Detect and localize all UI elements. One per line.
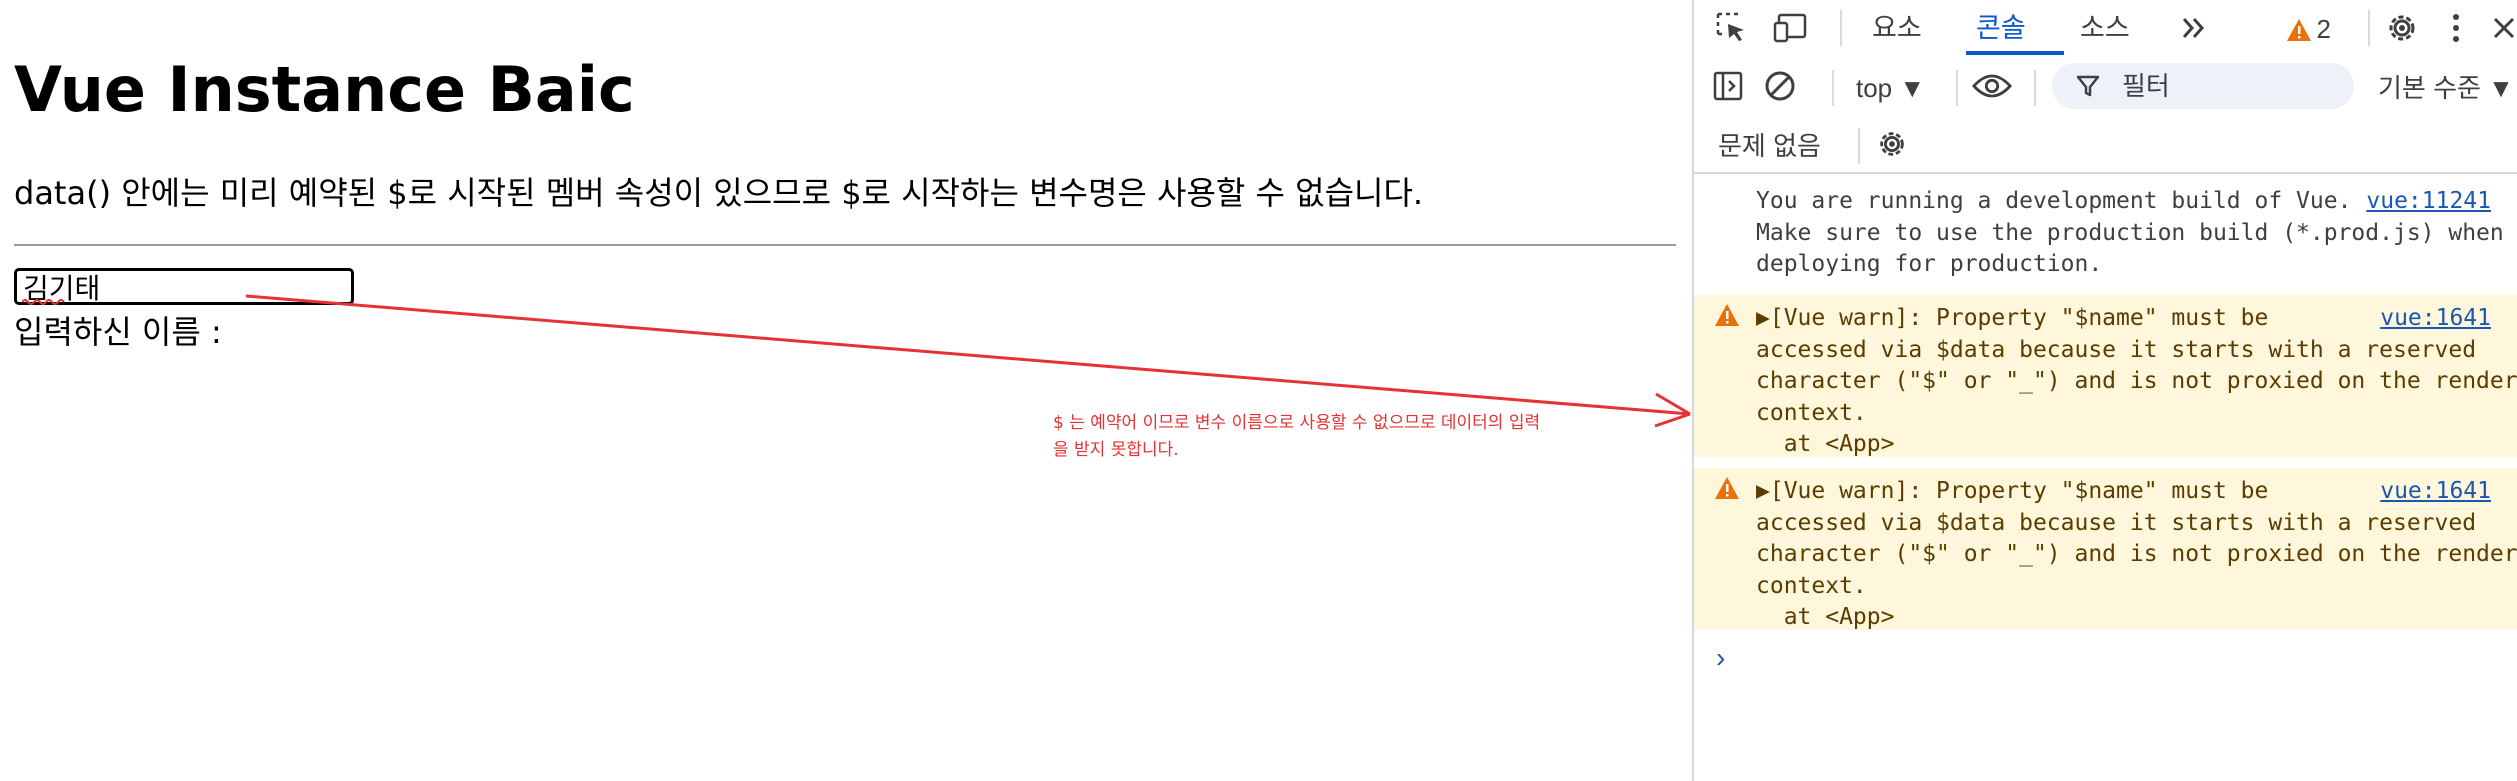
tab-sources[interactable]: 소스: [2080, 0, 2130, 56]
message-text: ▶[Vue warn]: Property "$name" must be ac…: [1756, 305, 2517, 457]
warning-triangle-icon: [1715, 477, 1739, 499]
issues-label[interactable]: 문제 없음: [1718, 124, 1821, 168]
separator: [2368, 10, 2370, 46]
double-chevron-right-icon[interactable]: [2174, 8, 2214, 48]
warning-counter[interactable]: 2: [2286, 14, 2331, 44]
live-expression-eye-icon[interactable]: [1972, 66, 2012, 106]
separator: [1956, 70, 1958, 106]
devtools-panel: 요소 콘솔 소스 2 top ▼ 필터 기본 수준 ▼ 문제 없음 You ar…: [1692, 0, 2517, 781]
close-icon[interactable]: [2484, 8, 2517, 48]
devtools-tabbar: 요소 콘솔 소스 2: [1694, 0, 2517, 56]
device-toolbar-icon[interactable]: [1772, 8, 1812, 48]
issues-bar: 문제 없음: [1694, 120, 2517, 174]
annotation-note: $ 는 예약어 이므로 변수 이름으로 사용할 수 없으므로 데이터의 입력을 …: [1053, 413, 1541, 460]
input-display-label: 입력하신 이름 :: [14, 313, 222, 351]
tab-elements[interactable]: 요소: [1872, 0, 1922, 56]
page-title: Vue Instance Baic: [14, 53, 635, 126]
inspect-element-icon[interactable]: [1712, 8, 1752, 48]
filter-placeholder: 필터: [2122, 71, 2170, 101]
message-text: ▶[Vue warn]: Property "$name" must be ac…: [1756, 478, 2517, 630]
context-select[interactable]: top ▼: [1856, 68, 1925, 108]
separator: [1840, 10, 1842, 46]
divider: [14, 244, 1676, 246]
message-source-link[interactable]: vue:1641: [2380, 476, 2491, 508]
active-tab-indicator: [1966, 51, 2064, 55]
log-levels-select[interactable]: 기본 수준 ▼: [2378, 68, 2514, 108]
console-message-warning[interactable]: ▶[Vue warn]: Property "$name" must be ac…: [1694, 295, 2517, 457]
message-source-link[interactable]: vue:1641: [2380, 303, 2491, 335]
spellcheck-underline: [22, 299, 65, 305]
warning-triangle-icon: [2287, 18, 2311, 41]
separator: [1832, 70, 1834, 106]
settings-gear-icon[interactable]: [2382, 8, 2422, 48]
filter-input[interactable]: 필터: [2052, 63, 2354, 109]
message-source-link[interactable]: vue:11241: [2366, 186, 2491, 218]
separator: [2034, 70, 2036, 106]
console-settings-gear-icon[interactable]: [1872, 124, 1912, 164]
console-prompt[interactable]: ›: [1716, 642, 1725, 674]
clear-console-icon[interactable]: [1760, 66, 1800, 106]
sidebar-toggle-icon[interactable]: [1708, 66, 1748, 106]
console-message-warning[interactable]: ▶[Vue warn]: Property "$name" must be ac…: [1694, 468, 2517, 630]
console-message-info: You are running a development build of V…: [1694, 186, 2517, 290]
page-description: data() 안에는 미리 예약된 $로 시작된 멤버 속성이 있으므로 $로 …: [14, 174, 1424, 212]
page-content: Vue Instance Baic data() 안에는 미리 예약된 $로 시…: [0, 0, 1692, 781]
tab-console[interactable]: 콘솔: [1976, 0, 2026, 56]
filter-funnel-icon: [2076, 75, 2100, 97]
separator: [1858, 128, 1860, 164]
warning-triangle-icon: [1715, 304, 1739, 326]
more-options-icon[interactable]: [2436, 8, 2476, 48]
warning-count: 2: [2316, 14, 2331, 44]
